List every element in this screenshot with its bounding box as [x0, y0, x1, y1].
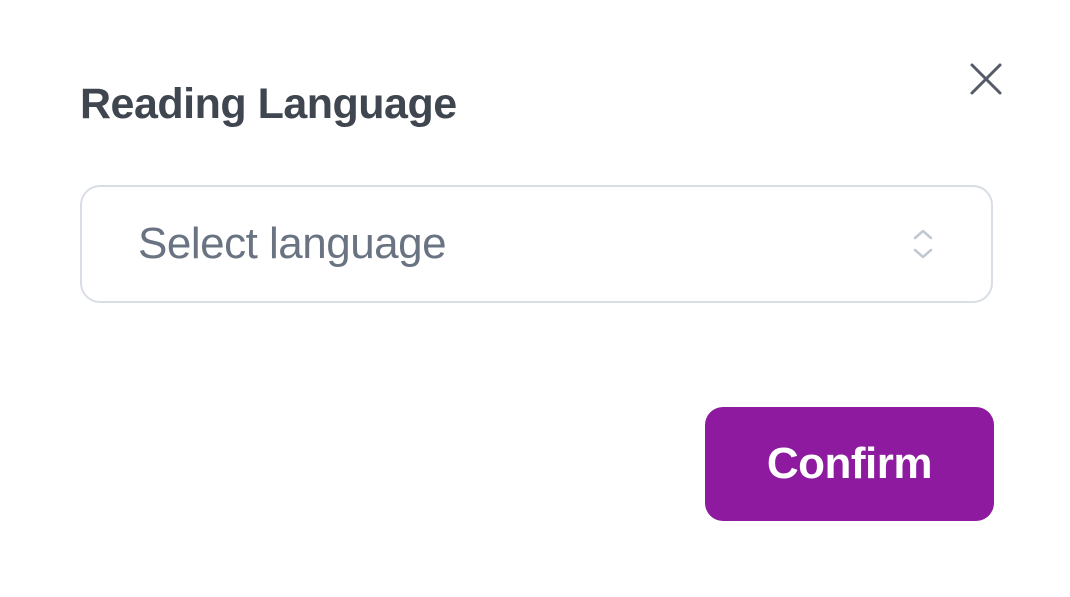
close-button[interactable]	[962, 56, 1010, 104]
reading-language-modal: Reading Language Select language Confirm	[0, 0, 1070, 597]
select-placeholder: Select language	[138, 219, 446, 269]
modal-footer: Confirm	[705, 407, 994, 521]
close-icon	[968, 61, 1004, 100]
modal-title: Reading Language	[80, 80, 990, 129]
confirm-button[interactable]: Confirm	[705, 407, 994, 521]
chevron-up-down-icon	[911, 228, 935, 260]
language-select[interactable]: Select language	[80, 185, 993, 303]
